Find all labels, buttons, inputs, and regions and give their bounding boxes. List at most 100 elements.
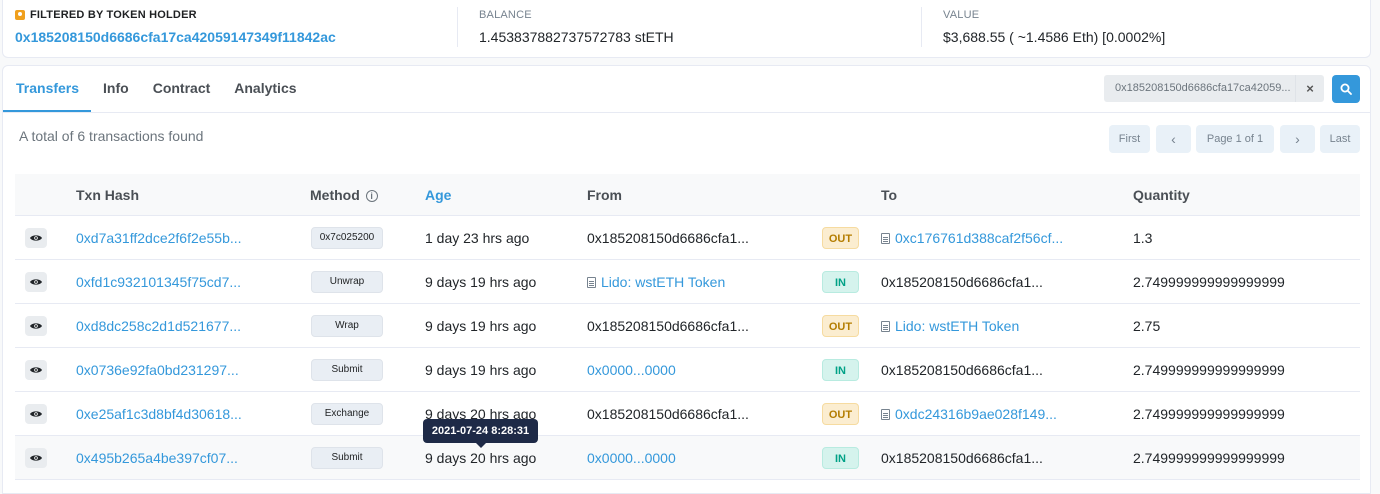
view-details-button[interactable] (25, 448, 47, 468)
quantity-value: 2.749999999999999999 (1133, 274, 1285, 290)
from-address-text: 0x0000...0000 (587, 362, 676, 378)
from-address: 0x185208150d6686cfa1... (587, 216, 749, 260)
to-address-text: 0xdc24316b9ae028f149... (895, 406, 1057, 422)
quantity-value: 2.749999999999999999 (1133, 362, 1285, 378)
contract-icon (587, 277, 596, 288)
txn-hash-link[interactable]: 0xe25af1c3d8bf4d30618... (76, 392, 242, 436)
from-address: 0x185208150d6686cfa1... (587, 304, 749, 348)
clear-filter-button[interactable]: × (1295, 75, 1324, 102)
to-address[interactable]: Lido: wstETH Token (881, 304, 1019, 348)
pager-last-button[interactable]: Last (1320, 125, 1360, 153)
to-address: 0x185208150d6686cfa1... (881, 348, 1043, 392)
direction-badge: IN (822, 271, 859, 293)
txn-hash-link[interactable]: 0xd8dc258c2d1d521677... (76, 304, 241, 348)
contract-icon (881, 233, 890, 244)
from-address[interactable]: Lido: wstETH Token (587, 260, 725, 304)
to-address-text: 0x185208150d6686cfa1... (881, 274, 1043, 290)
tab-divider (3, 112, 1370, 113)
tab-contract[interactable]: Contract (141, 66, 223, 112)
col-to: To (881, 187, 898, 203)
direction-badge: IN (822, 359, 859, 381)
txn-hash-link[interactable]: 0xfd1c932101345f75cd7... (76, 260, 241, 304)
col-age[interactable]: Age (425, 174, 451, 216)
quantity-value: 1.3 (1133, 230, 1153, 246)
eye-icon (30, 279, 42, 285)
eye-icon (30, 367, 42, 373)
age-text: 9 days 19 hrs ago (425, 318, 537, 334)
method-badge: Unwrap (311, 271, 383, 293)
from-address-text: 0x185208150d6686cfa1... (587, 406, 749, 422)
pager-prev-button[interactable]: ‹ (1156, 125, 1191, 153)
to-address: 0x185208150d6686cfa1... (881, 436, 1043, 480)
col-method-label: Method (310, 187, 360, 203)
to-address: 0x185208150d6686cfa1... (881, 260, 1043, 304)
holder-address-link[interactable]: 0x185208150d6686cfa17ca42059147349f11842… (15, 29, 336, 45)
direction-badge: OUT (822, 227, 859, 249)
direction-badge: IN (822, 447, 859, 469)
filtered-holder-section: FILTERED BY TOKEN HOLDER 0x185208150d668… (15, 8, 336, 45)
from-address: 0x185208150d6686cfa1... (587, 392, 749, 436)
table-row: 0xfd1c932101345f75cd7... Unwrap 9 days 19 … (15, 260, 1360, 304)
tab-transfers[interactable]: Transfers (3, 66, 92, 112)
method-badge: Submit (311, 447, 383, 469)
view-details-button[interactable] (25, 316, 47, 336)
from-address-text: 0x185208150d6686cfa1... (587, 318, 749, 334)
view-details-button[interactable] (25, 228, 47, 248)
total-transactions-text: A total of 6 transactions found (19, 128, 204, 144)
method-badge: 0x7c025200 (311, 227, 383, 249)
tab-analytics[interactable]: Analytics (222, 66, 308, 112)
from-address-text: 0x0000...0000 (587, 450, 676, 466)
view-details-button[interactable] (25, 404, 47, 424)
table-row: 0xd7a31ff2dce2f6f2e55b... 0x7c025200 1 day… (15, 216, 1360, 260)
close-icon: × (1306, 81, 1314, 96)
contract-icon (881, 409, 890, 420)
tab-info[interactable]: Info (91, 66, 141, 112)
txn-hash-link[interactable]: 0xd7a31ff2dce2f6f2e55b... (76, 216, 242, 260)
token-holder-icon (15, 10, 25, 20)
search-button[interactable] (1332, 75, 1360, 103)
col-quantity: Quantity (1133, 187, 1190, 203)
col-from: From (587, 187, 622, 203)
direction-badge: OUT (822, 315, 859, 337)
contract-icon (881, 321, 890, 332)
to-address-text: Lido: wstETH Token (895, 318, 1020, 334)
direction-badge: OUT (822, 403, 859, 425)
quantity-value: 2.749999999999999999 (1133, 406, 1285, 422)
pager-first-button[interactable]: First (1109, 125, 1150, 153)
tab-bar: Transfers Info Contract Analytics (3, 66, 309, 112)
from-address-text: Lido: wstETH Token (601, 274, 726, 290)
balance-section: BALANCE 1.453837882737572783 stETH (479, 8, 674, 45)
eye-icon (30, 323, 42, 329)
value-value: $3,688.55 ( ~1.4586 Eth) [0.0002%] (943, 29, 1166, 45)
view-details-button[interactable] (25, 360, 47, 380)
filtered-label-text: FILTERED BY TOKEN HOLDER (30, 9, 197, 21)
balance-value: 1.453837882737572783 stETH (479, 29, 674, 45)
txn-hash-link[interactable]: 0x495b265a4be397cf07... (76, 436, 238, 480)
table-row: 0x495b265a4be397cf07... Submit 9 days 20 h… (15, 436, 1360, 480)
table-row: 0xd8dc258c2d1d521677... Wrap 9 days 19 hrs… (15, 304, 1360, 348)
method-badge: Wrap (311, 315, 383, 337)
divider (921, 7, 922, 47)
age-tooltip: 2021-07-24 8:28:31 (423, 419, 538, 448)
eye-icon (30, 235, 42, 241)
to-address[interactable]: 0xdc24316b9ae028f149... (881, 392, 1057, 436)
table-row: 0xe25af1c3d8bf4d30618... Exchange 9 days 2… (15, 392, 1360, 436)
txn-hash-link[interactable]: 0x0736e92fa0bd231297... (76, 348, 239, 392)
to-address-text: 0xc176761d388caf2f56cf... (895, 230, 1064, 246)
value-section: VALUE $3,688.55 ( ~1.4586 Eth) [0.0002%] (943, 8, 1165, 45)
view-details-button[interactable] (25, 272, 47, 292)
info-icon[interactable]: i (365, 190, 378, 202)
from-address[interactable]: 0x0000...0000 (587, 348, 676, 392)
to-address[interactable]: 0xc176761d388caf2f56cf... (881, 216, 1063, 260)
token-holder-summary: FILTERED BY TOKEN HOLDER 0x185208150d668… (2, 0, 1371, 58)
transfers-card: Transfers Info Contract Analytics 0x1852… (2, 65, 1371, 494)
from-address-text: 0x185208150d6686cfa1... (587, 230, 749, 246)
filtered-label: FILTERED BY TOKEN HOLDER (15, 8, 336, 22)
eye-icon (30, 411, 42, 417)
quantity-value: 2.749999999999999999 (1133, 450, 1285, 466)
address-filter-input[interactable]: 0x185208150d6686cfa17ca42059... (1104, 75, 1295, 102)
from-address[interactable]: 0x0000...0000 (587, 436, 676, 480)
age-text: 9 days 19 hrs ago (425, 362, 537, 378)
pager-next-button[interactable]: › (1280, 125, 1315, 153)
table-row: 0x0736e92fa0bd231297... Submit 9 days 19 h… (15, 348, 1360, 392)
